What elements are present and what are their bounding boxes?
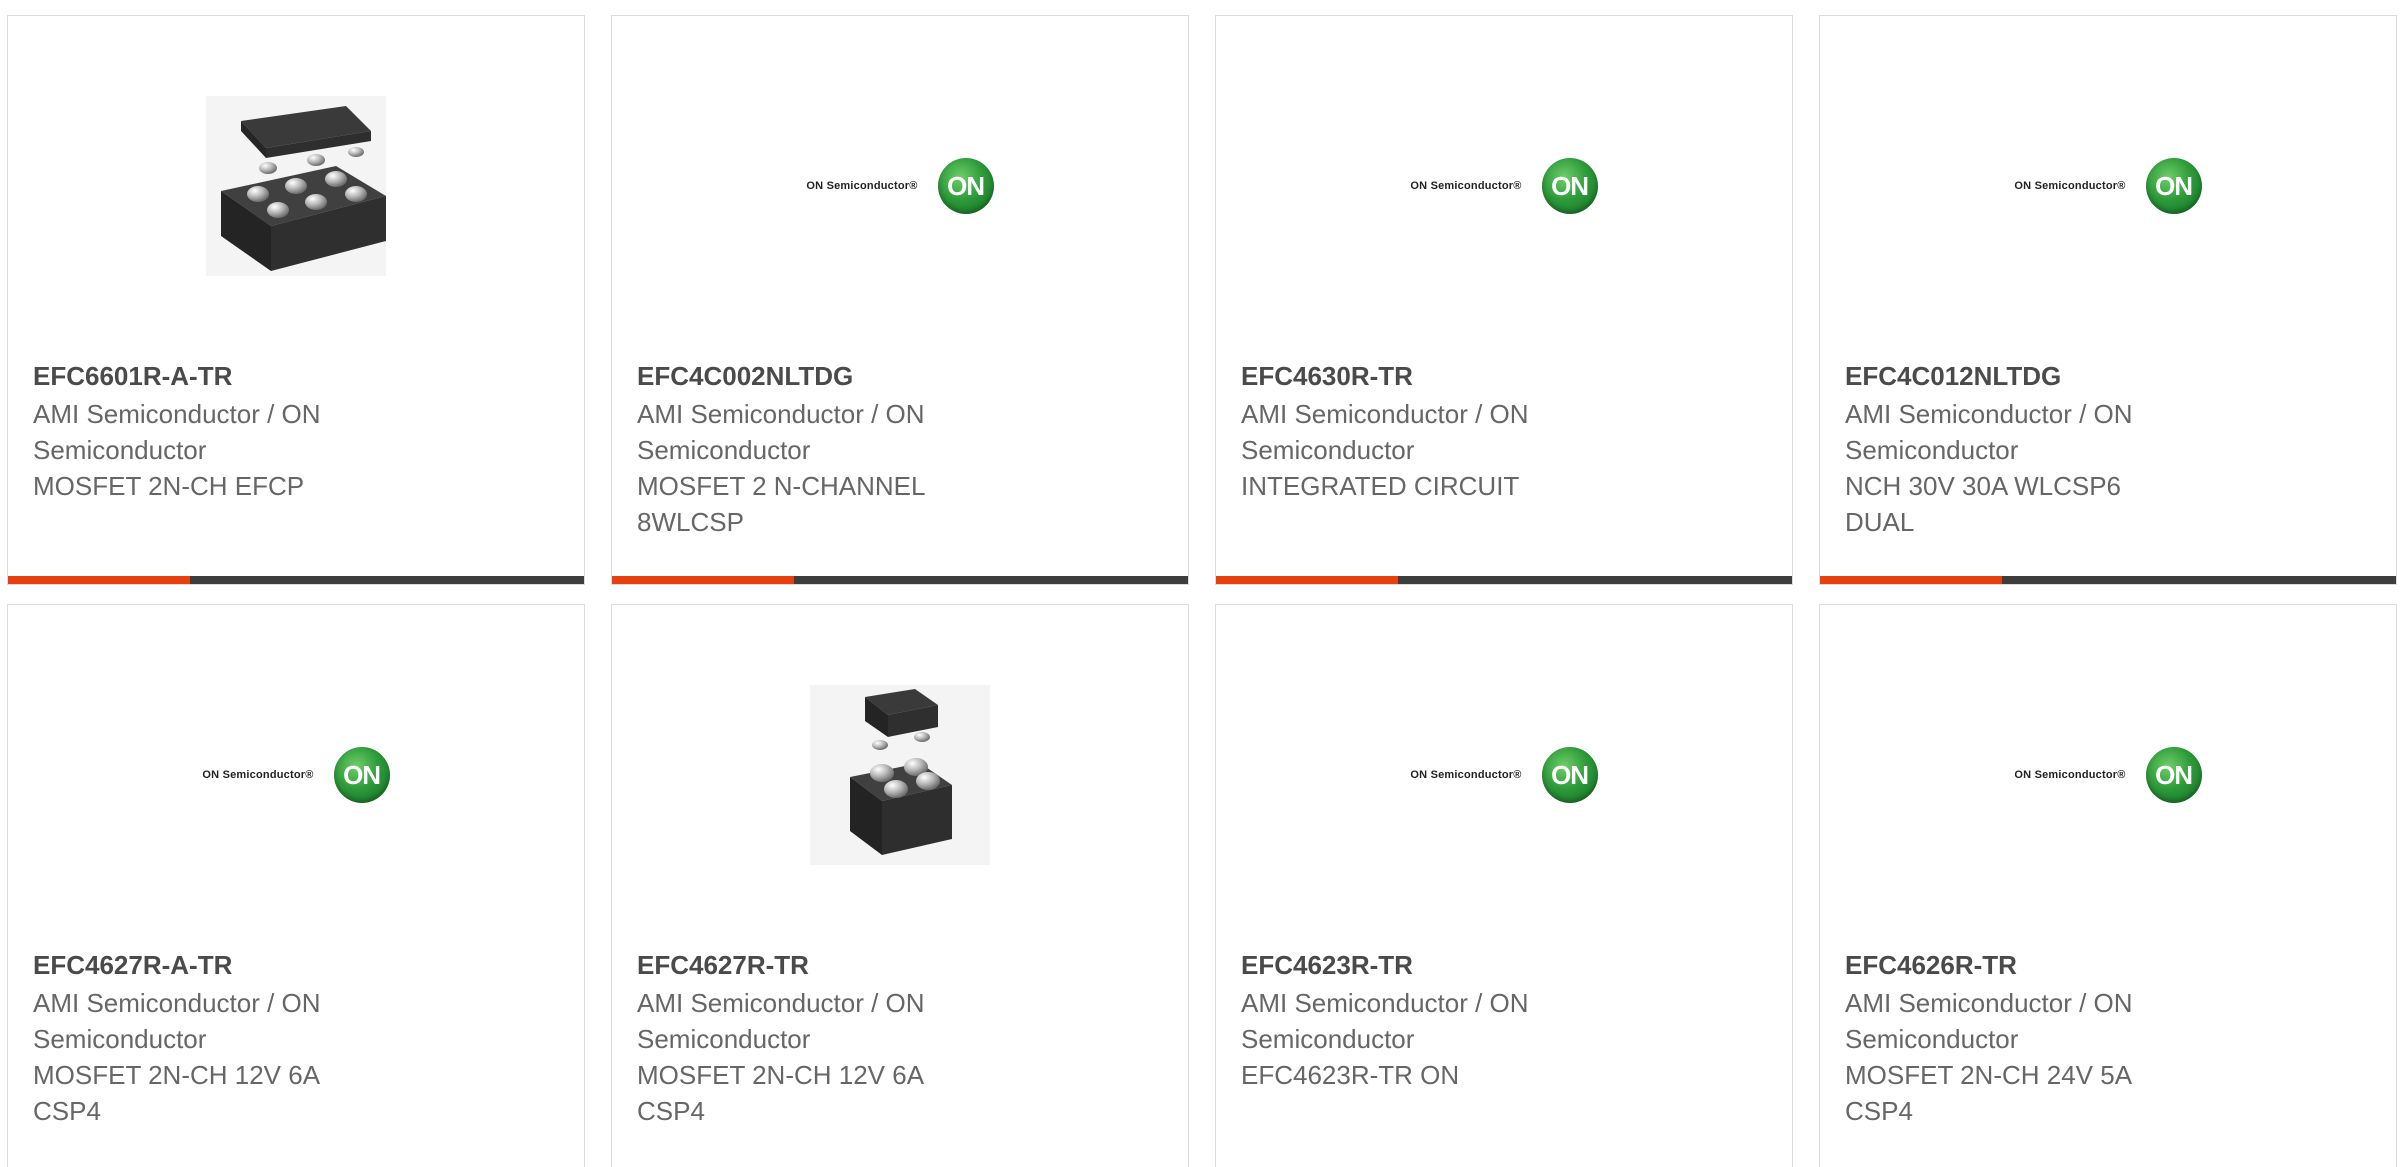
manufacturer: AMI Semiconductor / ON Semiconductor: [33, 988, 321, 1054]
product-image[interactable]: [612, 675, 1188, 875]
product-image[interactable]: [8, 86, 584, 286]
on-semiconductor-logo: ON Semiconductor® ON: [1410, 747, 1598, 803]
description: EFC4623R-TR ON: [1241, 1060, 1460, 1090]
description: INTEGRATED CIRCUIT: [1241, 471, 1520, 501]
manufacturer: AMI Semiconductor / ON Semiconductor: [637, 399, 925, 465]
product-image[interactable]: ON Semiconductor® ON: [1216, 675, 1792, 875]
on-semiconductor-logo: ON Semiconductor® ON: [202, 747, 390, 803]
manufacturer: AMI Semiconductor / ON Semiconductor: [1241, 988, 1529, 1054]
product-card[interactable]: ON Semiconductor® ON EFC4630R-TR AMI Sem…: [1215, 15, 1793, 585]
dark-segment: [190, 576, 584, 584]
part-number[interactable]: EFC4626R-TR: [1845, 948, 2376, 982]
on-semiconductor-logo: ON Semiconductor® ON: [2014, 158, 2202, 214]
manufacturer: AMI Semiconductor / ON Semiconductor: [637, 988, 925, 1054]
product-grid: EFC6601R-A-TR AMI Semiconductor / ON Sem…: [0, 0, 2400, 1167]
logo-text: ON Semiconductor®: [806, 180, 918, 192]
product-image[interactable]: ON Semiconductor® ON: [1216, 86, 1792, 286]
description: MOSFET 2N-CH 12V 6A CSP4: [33, 1060, 319, 1126]
accent-segment: [1216, 576, 1398, 584]
description: MOSFET 2N-CH 24V 5A CSP4: [1845, 1060, 2131, 1126]
product-card[interactable]: ON Semiconductor® ON EFC4C012NLTDG AMI S…: [1819, 15, 2397, 585]
on-logo-badge-icon: ON: [937, 158, 994, 214]
product-image[interactable]: ON Semiconductor® ON: [612, 86, 1188, 286]
dark-segment: [794, 576, 1188, 584]
manufacturer: AMI Semiconductor / ON Semiconductor: [1845, 988, 2133, 1054]
card-accent-bar: [1820, 576, 2396, 584]
dark-segment: [1398, 576, 1792, 584]
on-logo-badge-icon: ON: [333, 747, 390, 803]
part-number[interactable]: EFC6601R-A-TR: [33, 359, 564, 393]
part-number[interactable]: EFC4C012NLTDG: [1845, 359, 2376, 393]
accent-segment: [8, 576, 190, 584]
card-accent-bar: [1216, 576, 1792, 584]
chip-6ball-icon: [206, 96, 386, 276]
description: MOSFET 2 N-CHANNEL 8WLCSP: [637, 471, 925, 537]
product-image[interactable]: ON Semiconductor® ON: [1820, 675, 2396, 875]
product-image[interactable]: ON Semiconductor® ON: [8, 675, 584, 875]
on-semiconductor-logo: ON Semiconductor® ON: [806, 158, 994, 214]
part-number[interactable]: EFC4627R-TR: [637, 948, 1168, 982]
logo-text: ON Semiconductor®: [2014, 180, 2126, 192]
product-card[interactable]: ON Semiconductor® ON EFC4623R-TR AMI Sem…: [1215, 604, 1793, 1167]
part-number[interactable]: EFC4C002NLTDG: [637, 359, 1168, 393]
card-accent-bar: [612, 576, 1188, 584]
dark-segment: [2002, 576, 2396, 584]
logo-text: ON Semiconductor®: [2014, 769, 2126, 781]
description: NCH 30V 30A WLCSP6 DUAL: [1845, 471, 2122, 537]
on-semiconductor-logo: ON Semiconductor® ON: [1410, 158, 1598, 214]
accent-segment: [612, 576, 794, 584]
on-logo-badge-icon: ON: [1541, 747, 1598, 803]
logo-text: ON Semiconductor®: [1410, 180, 1522, 192]
part-number[interactable]: EFC4630R-TR: [1241, 359, 1772, 393]
logo-text: ON Semiconductor®: [202, 769, 314, 781]
description: MOSFET 2N-CH EFCP: [33, 471, 305, 501]
on-semiconductor-logo: ON Semiconductor® ON: [2014, 747, 2202, 803]
on-logo-badge-icon: ON: [2145, 747, 2202, 803]
manufacturer: AMI Semiconductor / ON Semiconductor: [1241, 399, 1529, 465]
product-card[interactable]: ON Semiconductor® ON EFC4626R-TR AMI Sem…: [1819, 604, 2397, 1167]
part-number[interactable]: EFC4627R-A-TR: [33, 948, 564, 982]
chip-4ball-icon: [810, 685, 990, 865]
logo-text: ON Semiconductor®: [1410, 769, 1522, 781]
product-card[interactable]: ON Semiconductor® ON EFC4627R-A-TR AMI S…: [7, 604, 585, 1167]
card-accent-bar: [8, 576, 584, 584]
accent-segment: [1820, 576, 2002, 584]
description: MOSFET 2N-CH 12V 6A CSP4: [637, 1060, 923, 1126]
product-image[interactable]: ON Semiconductor® ON: [1820, 86, 2396, 286]
manufacturer: AMI Semiconductor / ON Semiconductor: [33, 399, 321, 465]
manufacturer: AMI Semiconductor / ON Semiconductor: [1845, 399, 2133, 465]
product-card[interactable]: EFC6601R-A-TR AMI Semiconductor / ON Sem…: [7, 15, 585, 585]
product-card[interactable]: EFC4627R-TR AMI Semiconductor / ON Semic…: [611, 604, 1189, 1167]
part-number[interactable]: EFC4623R-TR: [1241, 948, 1772, 982]
on-logo-badge-icon: ON: [2145, 158, 2202, 214]
product-card[interactable]: ON Semiconductor® ON EFC4C002NLTDG AMI S…: [611, 15, 1189, 585]
on-logo-badge-icon: ON: [1541, 158, 1598, 214]
